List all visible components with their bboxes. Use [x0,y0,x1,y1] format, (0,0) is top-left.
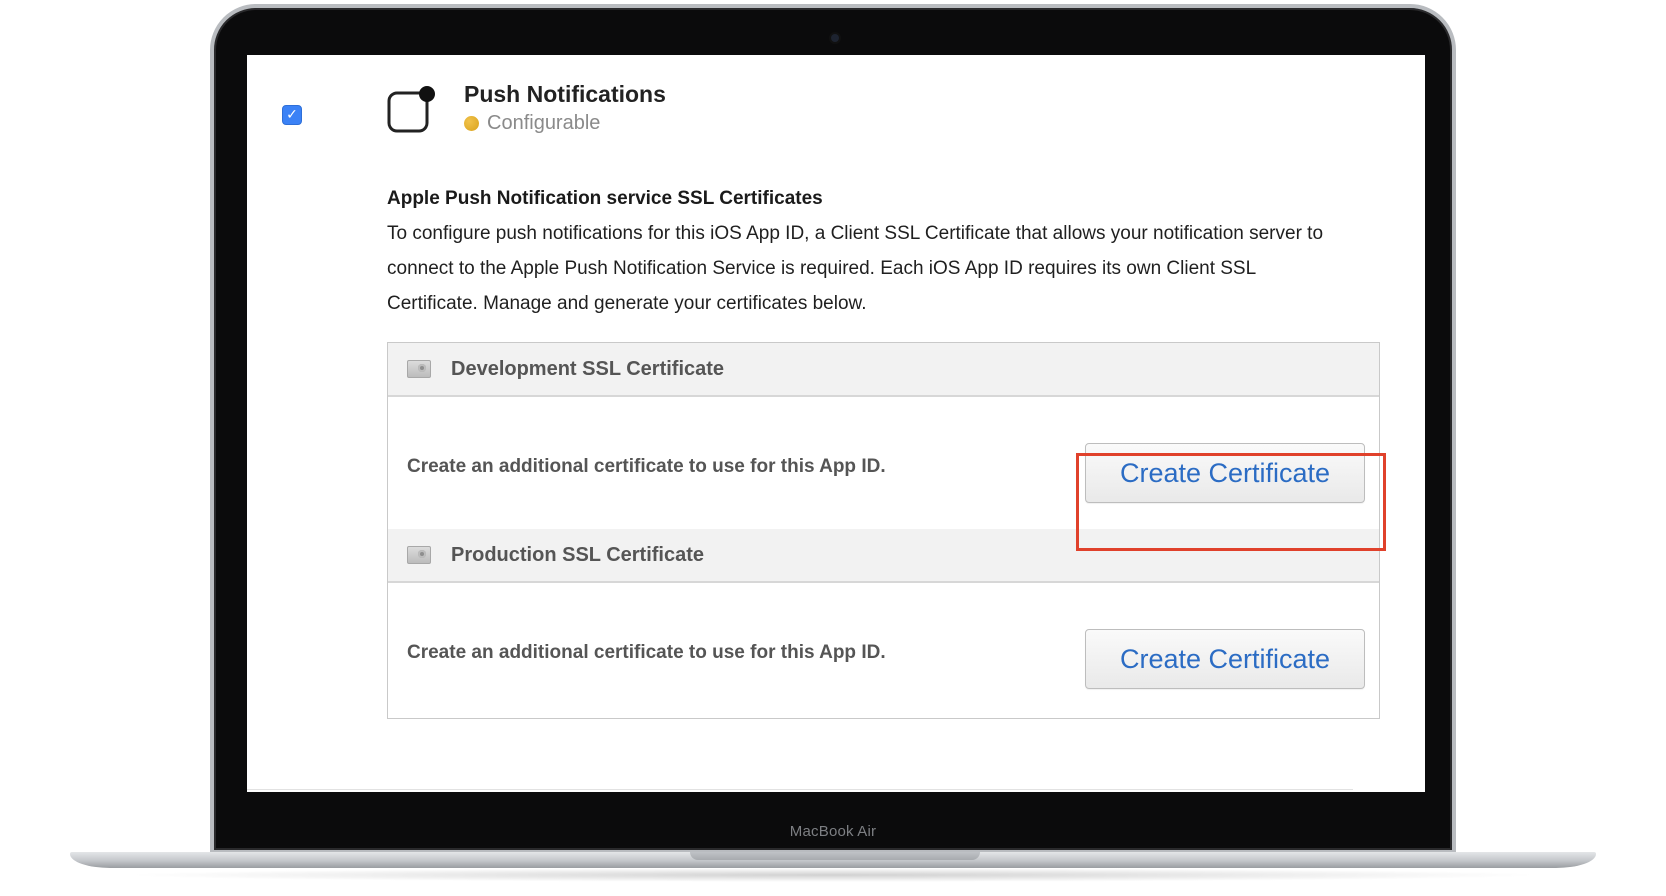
divider [247,789,1353,790]
screen: ✓ Push Notifications Configurable Apple … [247,55,1425,792]
panel-title: Production SSL Certificate [451,543,705,566]
panel-header: Development SSL Certificate [388,343,1379,397]
certificate-icon [407,360,431,378]
highlight-annotation [1076,453,1386,551]
capability-status: Configurable [464,112,600,135]
laptop-hinge-notch [690,852,980,860]
push-notification-icon [387,86,435,133]
laptop-shadow [120,868,1546,882]
section-description: To configure push notifications for this… [387,223,1324,314]
production-cert-panel: Production SSL Certificate Create an add… [387,529,1380,719]
section-heading: Apple Push Notification service SSL Cert… [387,188,823,209]
panel-body: Create an additional certificate to use … [388,583,1379,718]
panel-message: Create an additional certificate to use … [407,456,886,477]
status-dot-icon [464,116,479,131]
capability-title: Push Notifications [464,81,666,107]
panel-title: Development SSL Certificate [451,357,725,380]
panel-message: Create an additional certificate to use … [407,642,886,663]
create-prod-certificate-button[interactable]: Create Certificate [1085,629,1365,689]
status-label: Configurable [487,112,601,134]
certificate-icon [407,546,431,564]
camera-icon [831,34,839,42]
capability-checkbox[interactable]: ✓ [282,105,302,125]
device-model-label: MacBook Air [789,823,877,840]
